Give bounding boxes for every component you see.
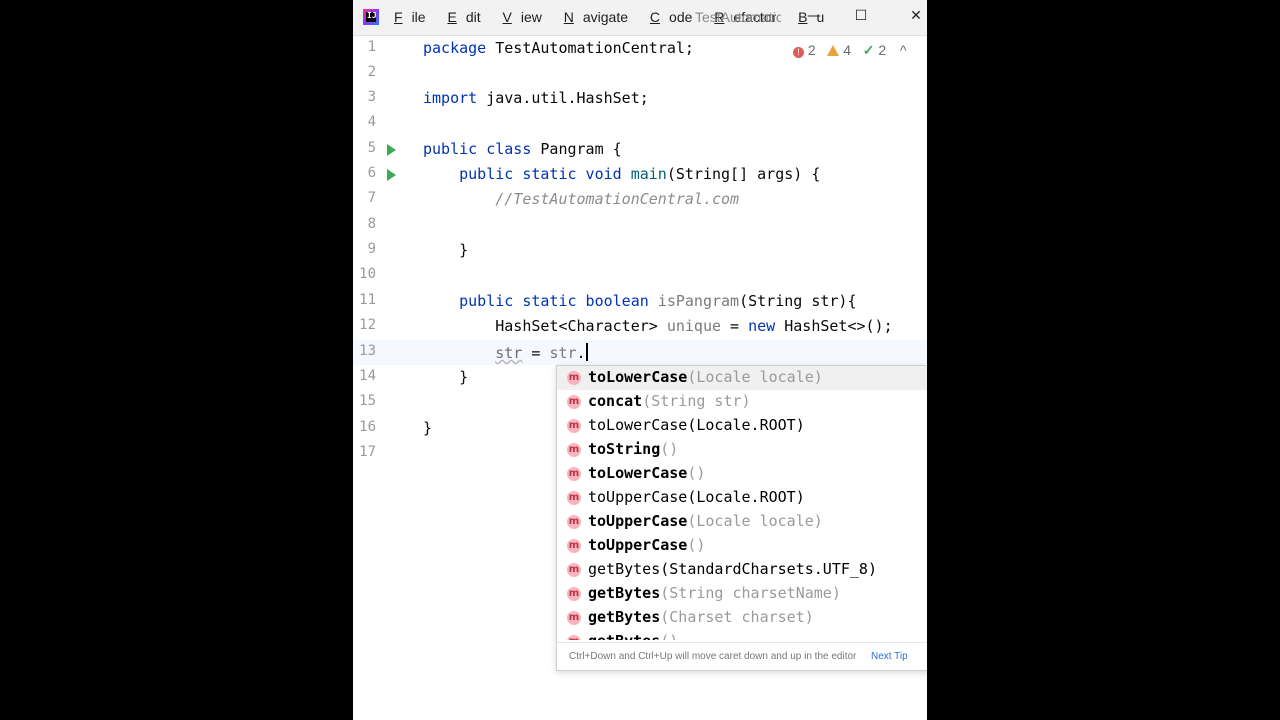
method-icon: m <box>567 395 581 409</box>
line-number: 5 <box>367 140 376 156</box>
line-number: 11 <box>359 292 376 308</box>
intellij-logo-icon[interactable]: IJ <box>363 9 379 25</box>
code-line: 1 package TestAutomationCentral; <box>353 36 927 61</box>
completion-item[interactable]: m toLowerCase() <box>557 462 927 486</box>
completion-item-label: toLowerCase() <box>588 464 706 482</box>
completion-item-params: (String charsetName) <box>660 584 841 602</box>
completion-item-label: toUpperCase(Locale.ROOT) <box>588 488 805 506</box>
method-icon: m <box>567 491 581 505</box>
completion-item-params: (Locale locale) <box>687 368 823 386</box>
code-line: 10 <box>353 263 927 288</box>
line-number: 13 <box>359 343 376 359</box>
method-icon: m <box>567 587 581 601</box>
code-line: 11 public static boolean isPangram(Strin… <box>353 289 927 314</box>
completion-list[interactable]: m toLowerCase(Locale locale) m concat(Strin… <box>557 366 927 640</box>
minimize-button[interactable]: — <box>804 8 824 26</box>
completion-item-params: (String str) <box>642 392 751 410</box>
line-number: 12 <box>359 317 376 333</box>
code-line: 9 } <box>353 238 927 263</box>
ide-window: IJ File Edit View Navigate Code Refactor… <box>353 0 927 720</box>
menu-file[interactable]: File <box>394 9 435 25</box>
menu-navigate[interactable]: Navigate <box>564 9 637 25</box>
code-line: 3 import java.util.HashSet; <box>353 86 927 111</box>
hint-text: Ctrl+Down and Ctrl+Up will move caret do… <box>569 651 857 662</box>
method-icon: m <box>567 419 581 433</box>
completion-item[interactable]: m getBytes(Charset charset) <box>557 606 927 630</box>
completion-item-params: (Locale locale) <box>687 512 823 530</box>
completion-item-label: getBytes() <box>588 632 678 640</box>
next-tip-link[interactable]: Next Tip <box>871 651 908 662</box>
completion-item[interactable]: m getBytes() <box>557 630 927 640</box>
line-number: 17 <box>359 444 376 460</box>
window-title: TestAutomatic <box>695 9 781 25</box>
completion-item[interactable]: m toUpperCase() <box>557 534 927 558</box>
line-number: 4 <box>367 114 376 130</box>
completion-item[interactable]: m toString() <box>557 438 927 462</box>
run-gutter-icon[interactable] <box>387 169 396 181</box>
logo-text: IJ <box>367 11 377 20</box>
completion-item-label: toLowerCase(Locale locale) <box>588 368 823 386</box>
maximize-button[interactable]: ☐ <box>851 8 871 26</box>
code-line: 4 <box>353 111 927 136</box>
line-number: 16 <box>359 419 376 435</box>
menu-edit[interactable]: Edit <box>447 9 489 25</box>
menu-view[interactable]: View <box>503 9 551 25</box>
completion-item[interactable]: m toLowerCase(Locale.ROOT) <box>557 414 927 438</box>
method-icon: m <box>567 467 581 481</box>
method-icon: m <box>567 611 581 625</box>
completion-item-label: toString() <box>588 440 679 458</box>
completion-hint-bar: Ctrl+Down and Ctrl+Up will move caret do… <box>557 642 927 670</box>
completion-item-label: getBytes(String charsetName) <box>588 584 841 602</box>
run-gutter-icon[interactable] <box>387 144 396 156</box>
completion-item[interactable]: m getBytes(StandardCharsets.UTF_8) <box>557 558 927 582</box>
completion-item-params: () <box>660 632 678 640</box>
menu-code[interactable]: Code <box>650 9 701 25</box>
method-icon: m <box>567 443 581 457</box>
completion-item-params: () <box>687 464 706 482</box>
completion-item-label: toUpperCase() <box>588 536 706 554</box>
line-number: 15 <box>359 393 376 409</box>
code-line: 7 //TestAutomationCentral.com <box>353 187 927 212</box>
completion-item[interactable]: m getBytes(String charsetName) <box>557 582 927 606</box>
completion-item-label: getBytes(Charset charset) <box>588 608 814 626</box>
code-line: 5 public class Pangram { <box>353 137 927 162</box>
completion-item-params: () <box>660 440 679 458</box>
completion-item-label: toLowerCase(Locale.ROOT) <box>588 416 805 434</box>
method-icon: m <box>567 539 581 553</box>
title-bar: IJ File Edit View Navigate Code Refactor… <box>353 0 927 36</box>
code-line: 8 <box>353 213 927 238</box>
line-number: 14 <box>359 368 376 384</box>
completion-item-params: (Charset charset) <box>660 608 814 626</box>
text-caret <box>585 343 588 361</box>
completion-item-label: concat(String str) <box>588 392 751 410</box>
line-number: 7 <box>367 190 376 206</box>
completion-item[interactable]: m toUpperCase(Locale.ROOT) <box>557 486 927 510</box>
line-number: 8 <box>367 216 376 232</box>
method-icon: m <box>567 371 581 385</box>
completion-item[interactable]: m concat(String str) <box>557 390 927 414</box>
completion-item[interactable]: m toLowerCase(Locale locale) <box>557 366 927 390</box>
line-number: 3 <box>367 89 376 105</box>
code-line: 6 public static void main(String[] args)… <box>353 162 927 187</box>
code-line-current: 13 str = str. <box>353 340 927 365</box>
code-editor[interactable]: ! 2 4 ✓ 2 ^ 1 package TestAutomationCent… <box>353 36 927 720</box>
line-number: 10 <box>359 266 376 282</box>
line-number: 9 <box>367 241 376 257</box>
line-number: 1 <box>367 39 376 55</box>
method-icon: m <box>567 515 581 529</box>
completion-item-label: toUpperCase(Locale locale) <box>588 512 823 530</box>
line-number: 2 <box>367 64 376 80</box>
code-completion-popup[interactable]: m toLowerCase(Locale locale) m concat(Strin… <box>556 365 927 671</box>
close-button[interactable]: ✕ <box>906 8 926 26</box>
completion-item-params: () <box>687 536 706 554</box>
completion-item[interactable]: m toUpperCase(Locale locale) <box>557 510 927 534</box>
code-line: 2 <box>353 61 927 86</box>
method-icon: m <box>567 635 581 640</box>
code-line: 12 HashSet<Character> unique = new HashS… <box>353 314 927 339</box>
line-number: 6 <box>367 165 376 181</box>
completion-item-label: getBytes(StandardCharsets.UTF_8) <box>588 560 877 578</box>
method-icon: m <box>567 563 581 577</box>
